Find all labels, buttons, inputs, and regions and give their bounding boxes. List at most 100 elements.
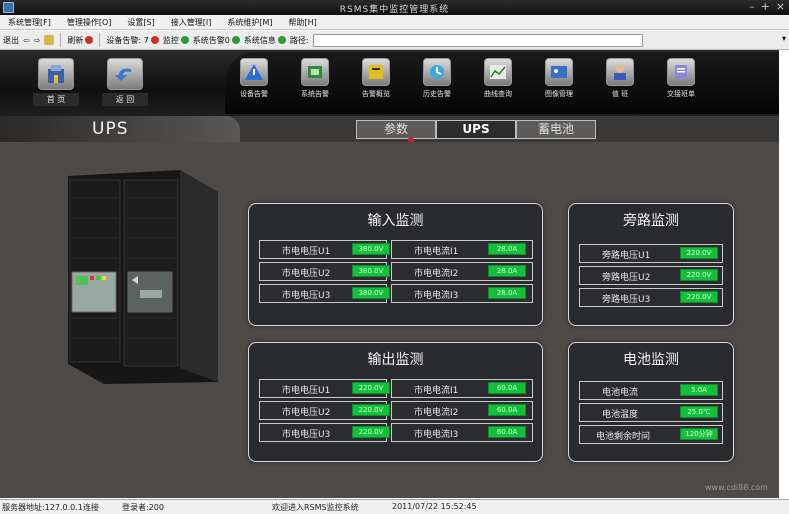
- menu-item-system[interactable]: 系统管理[F]: [0, 17, 59, 28]
- tab-bar: 参数 UPS 蓄电池: [356, 120, 596, 139]
- back-icon: [107, 58, 143, 90]
- forward-arrow-icon[interactable]: ⇨: [34, 36, 41, 45]
- value-display: 220.0V: [680, 247, 718, 259]
- battery-monitor-panel: 电池监测 电池电流 5.0A 电池温度 25.0℃ 电池剩余时间 120分钟: [568, 342, 734, 462]
- status-server: 服务器地址:127.0.0.1连接: [2, 503, 99, 512]
- image-icon: [545, 58, 573, 86]
- value-display: 380.0V: [352, 265, 390, 277]
- menu-item-operation[interactable]: 管理操作[O]: [59, 17, 120, 28]
- monitor-indicator[interactable]: 监控: [163, 35, 189, 46]
- minimize-icon[interactable]: –: [749, 0, 755, 13]
- bypass-monitor-panel: 旁路监测 旁路电压U1 220.0V 旁路电压U2 220.0V 旁路电压U3 …: [568, 203, 734, 326]
- value-display: 60.0A: [488, 382, 526, 394]
- path-label: 路径:: [289, 35, 309, 45]
- value-display: 120分钟: [680, 428, 718, 440]
- refresh-button[interactable]: 刷新: [67, 35, 94, 46]
- battery-panel-title: 电池监测: [623, 352, 679, 368]
- system-alarm-button[interactable]: 系统告警: [292, 58, 338, 108]
- output-current-i3: 市电电流I3 60.0A: [391, 423, 533, 442]
- value-display: 220.0V: [680, 291, 718, 303]
- alarm-icon: [150, 36, 159, 44]
- content-area: 输入监测 市电电压U1 380.0V 市电电压U2 380.0V 市电电压U3 …: [0, 142, 779, 498]
- device-alarm-button[interactable]: 设备告警: [231, 58, 277, 108]
- input-current-i1: 市电电流I1 28.0A: [391, 240, 533, 259]
- value-display: 380.0V: [352, 287, 390, 299]
- main-area: 首 页 返 回 设备告警 系统告警 告警概览 历史告警 曲线查询 图像管理 值 …: [0, 50, 779, 498]
- bypass-voltage-u1: 旁路电压U1 220.0V: [579, 244, 723, 263]
- title-bar: RSMS集中监控管理系统 – + ×: [0, 0, 789, 15]
- output-panel-title: 输出监测: [367, 352, 424, 368]
- output-voltage-u3: 市电电压U3 220.0V: [259, 423, 390, 442]
- bypass-voltage-u3: 旁路电压U3 220.0V: [579, 288, 723, 307]
- ups-device-image: [68, 170, 218, 384]
- system-alarm-icon: [231, 36, 240, 44]
- curve-query-button[interactable]: 曲线查询: [475, 58, 521, 108]
- value-display: 28.0A: [488, 243, 526, 255]
- close-icon[interactable]: ×: [776, 0, 785, 13]
- system-info-indicator[interactable]: 系统信息: [244, 35, 286, 46]
- home-icon: [38, 58, 74, 90]
- folder-icon[interactable]: [44, 35, 55, 45]
- menu-bar: 系统管理[F] 管理操作[O] 设置[S] 接入管理[I] 系统维护[M] 帮助…: [0, 15, 789, 30]
- output-current-i2: 市电电流I2 60.0A: [391, 401, 533, 420]
- output-current-i1: 市电电流I1 60.0A: [391, 379, 533, 398]
- back-arrow-icon[interactable]: ⇦: [23, 36, 30, 45]
- alarm-book-icon: [362, 58, 390, 86]
- sub-header: UPS 参数 UPS 蓄电池: [0, 116, 779, 143]
- value-display: 220.0V: [352, 382, 390, 394]
- chip-icon: [301, 58, 329, 86]
- alarm-browse-button[interactable]: 告警概览: [353, 58, 399, 108]
- output-monitor-panel: 输出监测 市电电压U1 220.0V 市电电压U2 220.0V 市电电压U3 …: [248, 342, 543, 462]
- back-button[interactable]: 返 回: [102, 58, 148, 108]
- input-current-i2: 市电电流I2 28.0A: [391, 262, 533, 281]
- input-panel-title: 输入监测: [367, 213, 424, 229]
- refresh-icon: [85, 36, 94, 44]
- device-alarm-indicator[interactable]: 设备告警: 7: [106, 35, 159, 46]
- toolbar: 退出 ⇦ ⇨ 刷新 设备告警: 7 监控 系统告警0 系统信息 路径: ▾: [0, 31, 789, 50]
- status-bar: 服务器地址:127.0.0.1连接 登录者:200 欢迎进入RSMS监控系统 2…: [0, 499, 789, 514]
- system-info-icon: [277, 36, 286, 44]
- document-icon: [667, 58, 695, 86]
- handover-button[interactable]: 交接班单: [658, 58, 704, 108]
- watermark: www.cdi88.com: [705, 483, 768, 492]
- duty-button[interactable]: 值 班: [597, 58, 643, 108]
- value-display: 5.0A: [680, 384, 718, 396]
- value-display: 220.0V: [352, 404, 390, 416]
- value-display: 28.0A: [488, 265, 526, 277]
- history-icon: [423, 58, 451, 86]
- tab-battery[interactable]: 蓄电池: [516, 120, 596, 139]
- warning-icon: [240, 58, 268, 86]
- tab-params[interactable]: 参数: [356, 120, 436, 139]
- window-title: RSMS集中监控管理系统: [339, 5, 450, 15]
- menu-item-access[interactable]: 接入管理[I]: [163, 17, 220, 28]
- menu-item-settings[interactable]: 设置[S]: [119, 17, 162, 28]
- battery-remaining-time: 电池剩余时间 120分钟: [579, 425, 723, 444]
- nav-strip: 首 页 返 回 设备告警 系统告警 告警概览 历史告警 曲线查询 图像管理 值 …: [0, 50, 779, 116]
- image-manage-button[interactable]: 图像管理: [536, 58, 582, 108]
- value-display: 28.0A: [488, 287, 526, 299]
- value-display: 60.0A: [488, 426, 526, 438]
- history-alarm-button[interactable]: 历史告警: [414, 58, 460, 108]
- output-voltage-u1: 市电电压U1 220.0V: [259, 379, 390, 398]
- maximize-icon[interactable]: +: [761, 0, 770, 13]
- bypass-panel-title: 旁路监测: [623, 213, 679, 229]
- chart-icon: [484, 58, 512, 86]
- output-voltage-u2: 市电电压U2 220.0V: [259, 401, 390, 420]
- menu-item-maintenance[interactable]: 系统维护[M]: [219, 17, 280, 28]
- home-button[interactable]: 首 页: [33, 58, 79, 108]
- page-title: UPS: [92, 119, 129, 139]
- battery-current: 电池电流 5.0A: [579, 381, 723, 400]
- input-voltage-u3: 市电电压U3 380.0V: [259, 284, 390, 303]
- input-monitor-panel: 输入监测 市电电压U1 380.0V 市电电压U2 380.0V 市电电压U3 …: [248, 203, 543, 326]
- menu-item-help[interactable]: 帮助[H]: [280, 17, 324, 28]
- exit-button[interactable]: 退出: [3, 35, 19, 46]
- chevron-down-icon[interactable]: ▾: [782, 34, 786, 43]
- value-display: 60.0A: [488, 404, 526, 416]
- bypass-voltage-u2: 旁路电压U2 220.0V: [579, 266, 723, 285]
- path-input[interactable]: [312, 33, 643, 47]
- system-alarm-indicator[interactable]: 系统告警0: [193, 35, 240, 46]
- value-display: 25.0℃: [680, 406, 718, 418]
- monitor-icon: [180, 36, 189, 44]
- tab-ups[interactable]: UPS: [436, 120, 516, 139]
- value-display: 220.0V: [680, 269, 718, 281]
